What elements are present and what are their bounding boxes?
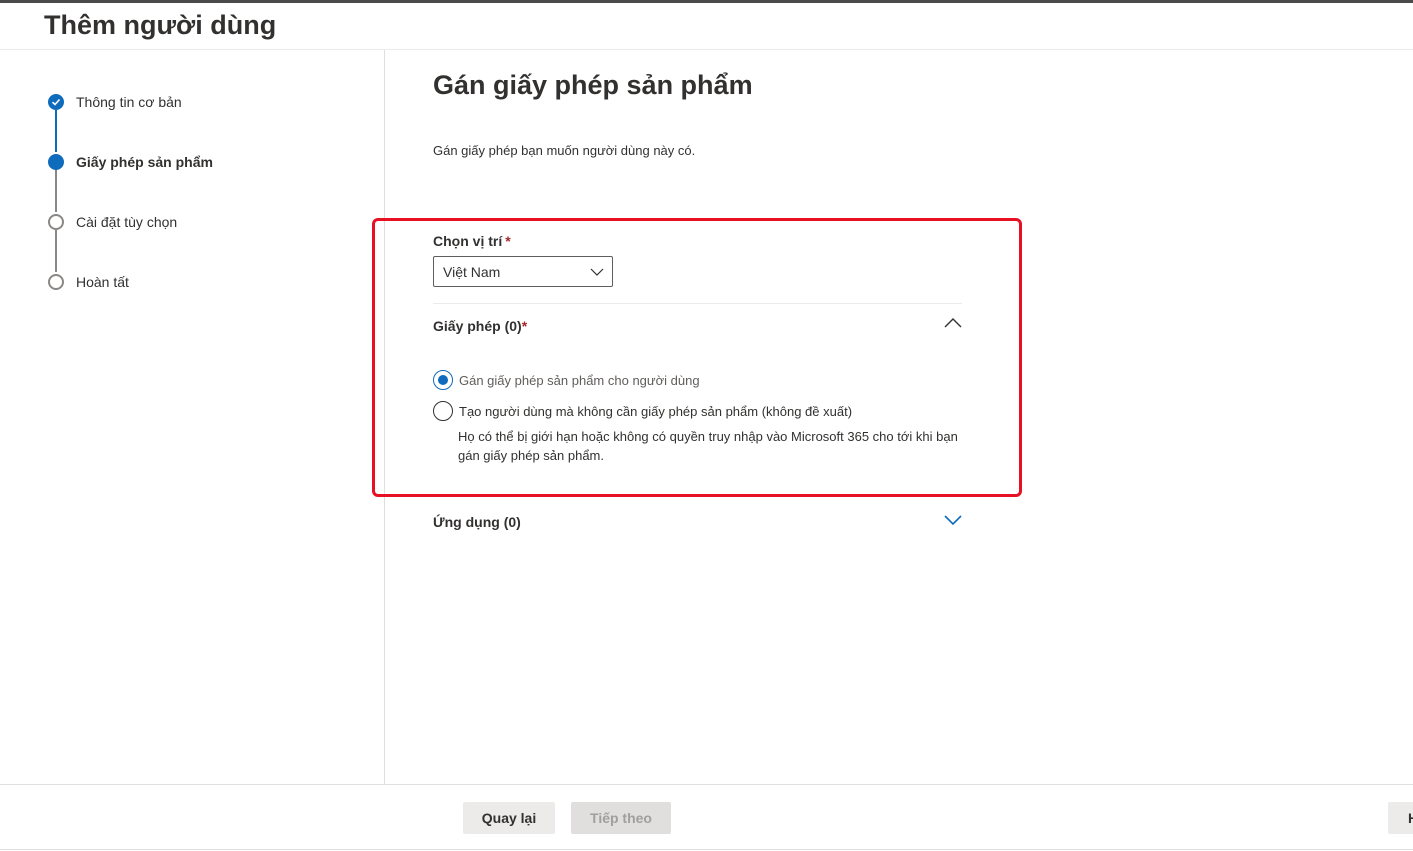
radio-dot (438, 375, 448, 385)
footer-divider (0, 784, 1413, 785)
pending-step-icon (48, 274, 64, 290)
step-connector-completed (55, 110, 57, 152)
radio-label: Tạo người dùng mà không cần giấy phép sả… (459, 403, 853, 419)
next-button[interactable]: Tiếp theo (571, 802, 671, 834)
radio-button-unchecked[interactable] (433, 401, 453, 421)
step-connector (55, 170, 57, 212)
licenses-collapse-button[interactable] (941, 314, 965, 334)
step-basic-info[interactable]: Thông tin cơ bản (48, 93, 182, 111)
section-title: Gán giấy phép sản phẩm (433, 70, 753, 100)
radio-no-license[interactable]: Tạo người dùng mà không cần giấy phép sả… (433, 401, 852, 421)
chevron-down-icon (590, 263, 604, 281)
checkmark-icon (48, 94, 64, 110)
location-dropdown-value: Việt Nam (443, 263, 501, 280)
required-mark: * (521, 318, 528, 334)
chevron-down-icon (944, 512, 962, 530)
cancel-button[interactable]: H (1388, 802, 1413, 834)
step-label: Thông tin cơ bản (76, 94, 182, 110)
step-label: Hoàn tất (76, 274, 129, 290)
step-connector (55, 230, 57, 272)
step-label: Cài đặt tùy chọn (76, 214, 178, 230)
no-license-help-text: Họ có thể bị giới hạn hoặc không có quyề… (458, 429, 958, 463)
radio-label: Gán giấy phép sản phẩm cho người dùng (459, 372, 700, 388)
bottom-divider (0, 849, 1413, 850)
section-description: Gán giấy phép bạn muốn người dùng này có… (433, 143, 696, 158)
apps-section-header[interactable]: Ứng dụng (0) (433, 514, 521, 530)
section-divider (433, 303, 962, 304)
radio-button-checked[interactable] (433, 370, 453, 390)
location-label: Chọn vị trí * (433, 233, 511, 249)
top-border (0, 0, 1413, 3)
pending-step-icon (48, 214, 64, 230)
required-mark: * (505, 233, 511, 249)
step-label: Giấy phép sản phẩm (76, 154, 213, 170)
back-button[interactable]: Quay lại (463, 802, 555, 834)
step-product-licenses[interactable]: Giấy phép sản phẩm (48, 153, 213, 171)
header-divider (0, 49, 1413, 50)
apps-expand-button[interactable] (941, 511, 965, 531)
location-dropdown[interactable]: Việt Nam (433, 256, 613, 287)
page-title: Thêm người dùng (44, 10, 277, 40)
step-finish[interactable]: Hoàn tất (48, 273, 129, 291)
radio-assign-license[interactable]: Gán giấy phép sản phẩm cho người dùng (433, 370, 700, 390)
step-optional-settings[interactable]: Cài đặt tùy chọn (48, 213, 177, 231)
licenses-section-header[interactable]: Giấy phép (0)* (433, 318, 527, 334)
location-label-text: Chọn vị trí (433, 233, 503, 249)
licenses-header-text: Giấy phép (0) (433, 318, 522, 334)
current-step-icon (48, 154, 64, 170)
chevron-up-icon (944, 315, 962, 333)
